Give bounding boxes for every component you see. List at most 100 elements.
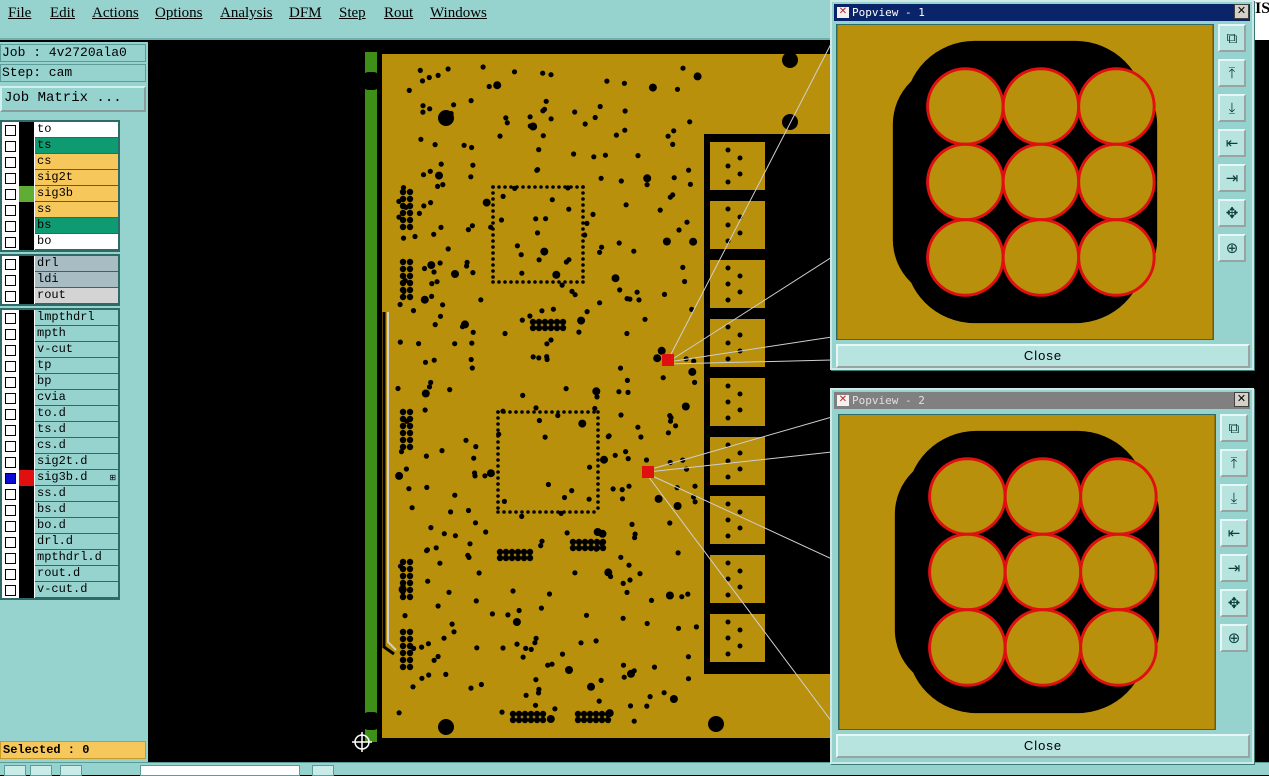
layer-row-sig3b[interactable]: sig3b: [2, 186, 118, 202]
zoom-up-icon[interactable]: ⤒: [1218, 59, 1246, 87]
layer-checkbox[interactable]: [5, 157, 16, 168]
layer-row-ts.d[interactable]: ts.d: [2, 422, 118, 438]
layer-checkbox[interactable]: [5, 409, 16, 420]
layer-color-swatch[interactable]: [19, 154, 34, 170]
layer-name[interactable]: rout.d: [35, 566, 118, 582]
layer-checkbox[interactable]: [5, 173, 16, 184]
layer-row-tp[interactable]: tp: [2, 358, 118, 374]
bottom-tool-button[interactable]: [312, 765, 334, 776]
zoom-fit-icon[interactable]: ✥: [1218, 199, 1246, 227]
layer-name[interactable]: sig3b: [35, 186, 118, 202]
layer-name[interactable]: cs.d: [35, 438, 118, 454]
layer-checkbox[interactable]: [5, 189, 16, 200]
layer-name[interactable]: ts: [35, 138, 118, 154]
layer-checkbox[interactable]: [5, 441, 16, 452]
menu-file[interactable]: File: [8, 5, 31, 22]
layer-color-swatch[interactable]: [19, 272, 34, 288]
layer-checkbox[interactable]: [5, 329, 16, 340]
layer-name[interactable]: lmpthdrl: [35, 310, 118, 326]
layer-row-cs.d[interactable]: cs.d: [2, 438, 118, 454]
pan-left-icon[interactable]: ⇤: [1220, 519, 1248, 547]
menu-analysis[interactable]: Analysis: [220, 5, 273, 22]
layer-name[interactable]: mpthdrl.d: [35, 550, 118, 566]
layer-checkbox[interactable]: [5, 345, 16, 356]
layer-color-swatch[interactable]: [19, 326, 34, 342]
layer-name[interactable]: v-cut: [35, 342, 118, 358]
layer-color-swatch[interactable]: [19, 138, 34, 154]
layer-row-bp[interactable]: bp: [2, 374, 118, 390]
layer-color-swatch[interactable]: [19, 218, 34, 234]
menu-windows[interactable]: Windows: [430, 5, 487, 22]
layer-name[interactable]: bs.d: [35, 502, 118, 518]
layer-color-swatch[interactable]: [19, 342, 34, 358]
menu-actions[interactable]: Actions: [92, 5, 139, 22]
layer-checkbox[interactable]: [5, 125, 16, 136]
layer-color-swatch[interactable]: [19, 374, 34, 390]
popview-2-titlebar[interactable]: ✕ Popview - 2: [834, 392, 1250, 409]
layer-name[interactable]: ss.d: [35, 486, 118, 502]
layer-name[interactable]: v-cut.d: [35, 582, 118, 598]
layer-name[interactable]: mpth: [35, 326, 118, 342]
layer-row-mpthdrl.d[interactable]: mpthdrl.d: [2, 550, 118, 566]
layer-row-bo.d[interactable]: bo.d: [2, 518, 118, 534]
popview-1-close-icon[interactable]: ✕: [1234, 4, 1249, 19]
layer-color-swatch[interactable]: [19, 170, 34, 186]
layer-checkbox[interactable]: [5, 259, 16, 270]
layer-checkbox[interactable]: [5, 237, 16, 248]
zoom-fit-icon[interactable]: ✥: [1220, 589, 1248, 617]
layer-color-swatch[interactable]: [19, 288, 34, 304]
zoom-center-icon[interactable]: ⊕: [1218, 234, 1246, 262]
layer-checkbox[interactable]: [5, 425, 16, 436]
layer-name[interactable]: cs: [35, 154, 118, 170]
layer-checkbox[interactable]: [5, 361, 16, 372]
bottom-tool-button[interactable]: [30, 765, 52, 776]
layer-name[interactable]: bo: [35, 234, 118, 250]
zoom-down-icon[interactable]: ⤓: [1218, 94, 1246, 122]
layer-name[interactable]: sig3b.d ⊞: [35, 470, 118, 486]
layer-row-sig2t[interactable]: sig2t: [2, 170, 118, 186]
layer-name[interactable]: ts.d: [35, 422, 118, 438]
layer-checkbox[interactable]: [5, 275, 16, 286]
layer-row-ldi[interactable]: ldi: [2, 272, 118, 288]
popview-2-close-button[interactable]: Close: [836, 734, 1250, 758]
layer-color-swatch[interactable]: [19, 454, 34, 470]
layer-color-swatch[interactable]: [19, 358, 34, 374]
menu-dfm[interactable]: DFM: [289, 5, 322, 22]
layer-color-swatch[interactable]: [19, 256, 34, 272]
layer-color-swatch[interactable]: [19, 582, 34, 598]
layer-checkbox[interactable]: [5, 377, 16, 388]
layer-color-swatch[interactable]: [19, 566, 34, 582]
layer-checkbox[interactable]: [5, 537, 16, 548]
layer-checkbox[interactable]: [5, 141, 16, 152]
layer-checkbox[interactable]: [5, 521, 16, 532]
overlay-icon[interactable]: ⧉: [1220, 414, 1248, 442]
layer-row-drl[interactable]: drl: [2, 256, 118, 272]
layer-row-sig3b.d[interactable]: sig3b.d ⊞: [2, 470, 118, 486]
layer-checkbox[interactable]: [5, 393, 16, 404]
layer-row-ss[interactable]: ss: [2, 202, 118, 218]
layer-name[interactable]: sig2t.d: [35, 454, 118, 470]
layer-name[interactable]: ss: [35, 202, 118, 218]
menu-step[interactable]: Step: [339, 5, 366, 22]
layer-name[interactable]: drl.d: [35, 534, 118, 550]
layer-name[interactable]: bp: [35, 374, 118, 390]
layer-checkbox[interactable]: [5, 221, 16, 232]
layer-color-swatch[interactable]: [19, 438, 34, 454]
layer-checkbox[interactable]: [5, 457, 16, 468]
layer-color-swatch[interactable]: [19, 470, 34, 486]
zoom-down-icon[interactable]: ⤓: [1220, 484, 1248, 512]
layer-name[interactable]: drl: [35, 256, 118, 272]
layer-name[interactable]: tp: [35, 358, 118, 374]
layer-color-swatch[interactable]: [19, 534, 34, 550]
graphics-canvas[interactable]: [148, 42, 832, 762]
popview-1-titlebar[interactable]: ✕ Popview - 1: [834, 4, 1250, 21]
layer-checkbox[interactable]: [5, 505, 16, 516]
layer-row-to[interactable]: to: [2, 122, 118, 138]
layer-color-swatch[interactable]: [19, 122, 34, 138]
layer-color-swatch[interactable]: [19, 422, 34, 438]
layer-row-ts[interactable]: ts: [2, 138, 118, 154]
layer-name[interactable]: to.d: [35, 406, 118, 422]
layer-row-lmpthdrl[interactable]: lmpthdrl: [2, 310, 118, 326]
layer-name[interactable]: cvia: [35, 390, 118, 406]
layer-row-drl.d[interactable]: drl.d: [2, 534, 118, 550]
